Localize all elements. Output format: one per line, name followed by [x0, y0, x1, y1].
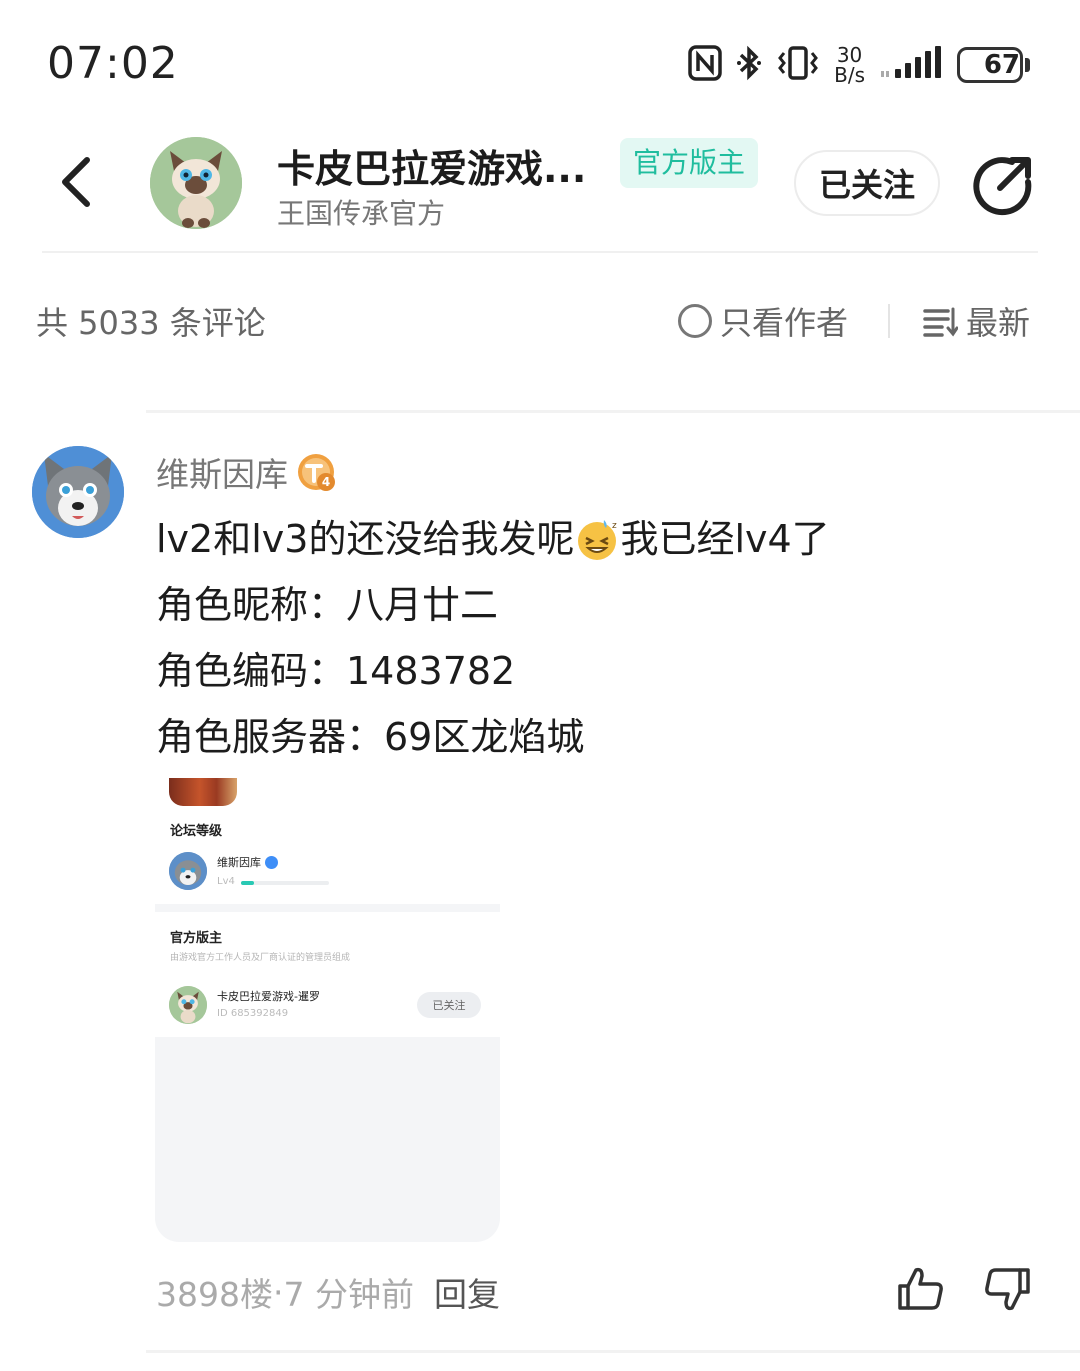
- author-only-toggle[interactable]: 只看作者: [678, 298, 848, 344]
- filter-separator: [888, 304, 890, 338]
- thumbs-up-icon: [898, 1267, 943, 1310]
- wolf-avatar-image: [32, 446, 124, 538]
- comment-line-1: lv2和lv3的还没给我发呢 z 我已经lv4了: [156, 506, 830, 572]
- level-progress-fill: [241, 881, 255, 885]
- comment-line-3: 角色编码：1483782: [156, 649, 516, 693]
- screenshot-section1-title: 论坛等级: [170, 824, 223, 839]
- screenshot-user-level: Lv4: [217, 876, 235, 887]
- battery-icon: 67: [957, 47, 1023, 83]
- screenshot-mod-section: 官方版主 由游戏官方工作人员及厂商认证的管理员组成 卡皮巴拉爱游戏-暹罗 ID …: [155, 912, 500, 1037]
- share-button[interactable]: [972, 152, 1036, 216]
- like-button[interactable]: [896, 1264, 946, 1314]
- battery-level: 67: [983, 50, 1020, 80]
- cat-avatar-image: [150, 137, 242, 229]
- bluetooth-icon: [736, 45, 762, 85]
- net-speed-unit: B/s: [834, 63, 865, 87]
- floor-number: 3898楼: [156, 1275, 273, 1314]
- screenshot-section2-desc: 由游戏官方工作人员及厂商认证的管理员组成: [170, 953, 351, 963]
- section-divider: [146, 410, 1080, 413]
- comment-meta: 3898楼 · 7 分钟前 回复: [156, 1268, 500, 1316]
- thumbs-down-icon: [985, 1268, 1030, 1311]
- comment-line-4: 角色服务器：69区龙焰城: [156, 715, 585, 759]
- battery-tip: [1025, 58, 1030, 72]
- screenshot-level-progress: [241, 881, 329, 885]
- status-time: 07:02: [47, 38, 179, 89]
- status-icons: 30 B/s 67: [688, 40, 1030, 90]
- commenter-avatar[interactable]: [32, 446, 124, 538]
- sort-list-icon: [923, 307, 958, 337]
- screenshot-follow-button: 已关注: [417, 992, 481, 1018]
- follow-button[interactable]: 已关注: [794, 150, 940, 216]
- comment-body: lv2和lv3的还没给我发呢 z 我已经lv4了 角色昵称：八月廿二 角色编码：…: [156, 506, 830, 770]
- verified-icon: [265, 855, 278, 869]
- share-icon: [973, 157, 1032, 216]
- forum-avatar[interactable]: [150, 137, 242, 229]
- official-mod-badge: 官方版主: [620, 138, 759, 188]
- header-divider: [42, 251, 1038, 253]
- comment-user-row: 维斯因库 4: [156, 448, 336, 496]
- sweat-smile-emoji-icon: z: [574, 516, 620, 562]
- back-arrow-icon: [62, 157, 90, 207]
- net-speed-value: 30: [836, 43, 863, 67]
- signal-icon: [879, 45, 943, 85]
- meta-dot: ·: [272, 1272, 284, 1312]
- screenshot-forum-level-section: 论坛等级 维斯因库 Lv4: [155, 772, 500, 904]
- comment-username[interactable]: 维斯因库: [156, 448, 288, 496]
- forum-title: 卡皮巴拉爱游戏...: [277, 147, 587, 191]
- sort-label: 最新: [966, 304, 1031, 342]
- comment-text-1b: 我已经lv4了: [620, 517, 830, 561]
- comment-filter-bar: 共 5033 条评论 只看作者 最新: [0, 290, 1080, 350]
- screenshot-user-name-row: 维斯因库: [217, 854, 278, 870]
- author-only-label: 只看作者: [720, 304, 849, 342]
- screenshot-section2-title: 官方版主: [170, 931, 223, 946]
- level-badge-number: 4: [322, 475, 330, 489]
- screenshot-mod-id: ID 685392849: [217, 1008, 289, 1019]
- attached-screenshot[interactable]: 论坛等级 维斯因库 Lv4 官方版主 由游戏官方工作人员及厂商认证的管理员组成 …: [155, 772, 500, 1242]
- screenshot-mod-name: 卡皮巴拉爱游戏-暹罗: [217, 990, 320, 1003]
- comment-text-1a: lv2和lv3的还没给我发呢: [156, 517, 575, 561]
- screenshot-user-name: 维斯因库: [217, 856, 261, 869]
- dislike-button[interactable]: [982, 1264, 1032, 1314]
- vibrate-icon: [776, 45, 820, 85]
- comment-count: 共 5033 条评论: [36, 304, 266, 342]
- level-badge-icon: 4: [296, 452, 336, 492]
- sort-latest-button[interactable]: 最新: [922, 298, 1030, 344]
- radio-circle-icon: [678, 304, 712, 338]
- net-speed: 30 B/s: [834, 45, 865, 85]
- bottom-divider: [146, 1350, 1080, 1353]
- status-bar: 07:02 30 B/s 67: [0, 0, 1080, 130]
- forum-subtitle: 王国传承官方: [277, 197, 446, 230]
- screenshot-user-avatar: [169, 852, 207, 890]
- back-button[interactable]: [50, 152, 100, 212]
- screenshot-banner-image: [169, 778, 237, 806]
- svg-text:z: z: [612, 521, 617, 531]
- nfc-icon: [688, 45, 722, 85]
- screenshot-mod-avatar: [169, 986, 207, 1024]
- forum-header: 卡皮巴拉爱游戏... 官方版主 王国传承官方 已关注: [0, 130, 1080, 254]
- comment-time: 7 分钟前: [283, 1275, 414, 1314]
- comment-line-2: 角色昵称：八月廿二: [156, 583, 499, 627]
- reply-button[interactable]: 回复: [434, 1268, 500, 1316]
